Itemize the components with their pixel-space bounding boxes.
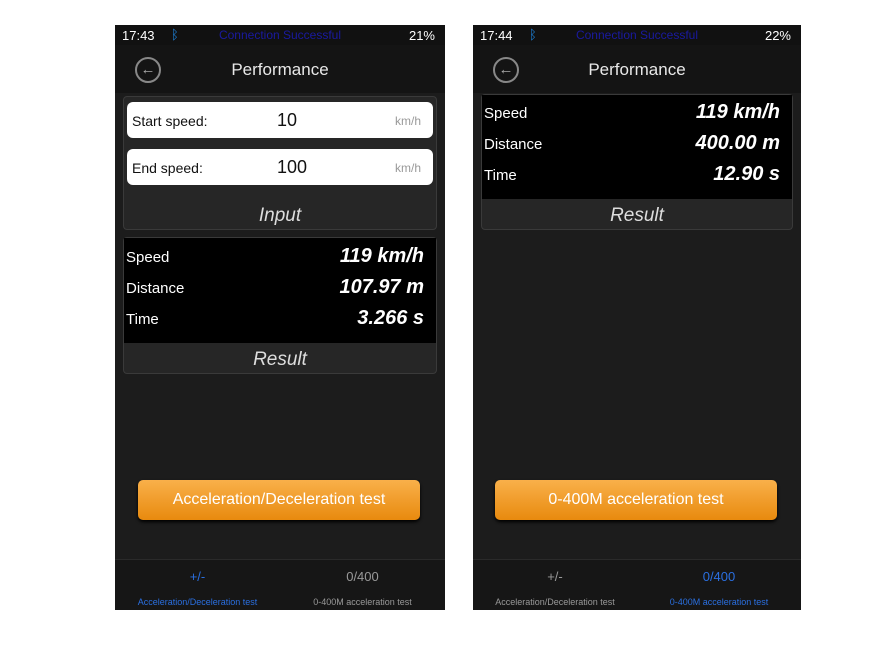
tab-acceleration-deceleration[interactable]: +/- Acceleration/Deceleration test bbox=[473, 560, 637, 610]
phone-screen-0-400m: 17:44 ᛒ Connection Successful 22% ← Perf… bbox=[473, 25, 801, 610]
input-card: Start speed: 10 km/h End speed: 100 km/h… bbox=[123, 96, 437, 230]
start-speed-unit: km/h bbox=[394, 114, 421, 128]
row-label: Speed bbox=[126, 249, 170, 266]
input-caption: Input bbox=[258, 205, 302, 226]
result-row-speed: Speed 119 km/h bbox=[482, 98, 792, 128]
battery: 22% bbox=[764, 28, 791, 43]
zero-400-icon: 0/400 bbox=[702, 569, 736, 584]
nav-bar: ← Performance bbox=[473, 45, 801, 93]
tab-bar: +/- Acceleration/Deceleration test 0/400 0… bbox=[473, 559, 801, 610]
start-speed-field[interactable]: Start speed: 10 km/h bbox=[127, 102, 433, 138]
end-speed-value[interactable]: 100 bbox=[277, 157, 307, 178]
end-speed-unit: km/h bbox=[394, 161, 421, 175]
acceleration-deceleration-test-button[interactable]: Acceleration/Deceleration test bbox=[138, 480, 420, 520]
phone-screen-acceleration: 17:43 ᛒ Connection Successful 21% ← Perf… bbox=[115, 25, 445, 610]
page-title: Performance bbox=[588, 60, 686, 79]
start-speed-value[interactable]: 10 bbox=[277, 110, 297, 131]
tab-label: Acceleration/Deceleration test bbox=[495, 597, 615, 607]
row-value: 3.266 s bbox=[357, 307, 424, 329]
plus-minus-icon: +/- bbox=[189, 569, 206, 584]
nav-bar: ← Performance bbox=[115, 45, 445, 93]
result-row-speed: Speed 119 km/h bbox=[124, 242, 436, 272]
end-speed-field[interactable]: End speed: 100 km/h bbox=[127, 149, 433, 185]
result-panel: Speed 119 km/h Distance 107.97 m Time 3.266… bbox=[124, 238, 436, 343]
plus-minus-icon: +/- bbox=[547, 569, 563, 584]
page-title: Performance bbox=[231, 60, 329, 79]
result-row-time: Time 12.90 s bbox=[482, 160, 792, 190]
tab-bar: +/- Acceleration/Deceleration test 0/400 0… bbox=[115, 559, 445, 610]
connection-status: Connection Successful bbox=[575, 28, 699, 42]
tab-0-400m[interactable]: 0/400 0-400M acceleration test bbox=[637, 560, 801, 610]
row-value: 107.97 m bbox=[339, 276, 424, 298]
end-speed-label: End speed: bbox=[132, 160, 203, 176]
tab-label: 0-400M acceleration test bbox=[669, 597, 769, 607]
start-speed-label: Start speed: bbox=[132, 113, 208, 129]
tab-label: 0-400M acceleration test bbox=[313, 597, 412, 607]
status-bar: 17:44 ᛒ Connection Successful 22% bbox=[473, 25, 801, 45]
result-card: Speed 119 km/h Distance 400.00 m Time 12.90… bbox=[481, 94, 793, 230]
row-label: Time bbox=[126, 311, 159, 328]
row-value: 400.00 m bbox=[695, 132, 780, 154]
zero-400-icon: 0/400 bbox=[346, 569, 379, 584]
row-label: Time bbox=[484, 167, 517, 184]
result-caption: Result bbox=[253, 349, 307, 370]
status-bar: 17:43 ᛒ Connection Successful 21% bbox=[115, 25, 445, 45]
row-label: Distance bbox=[126, 280, 185, 297]
row-value: 119 km/h bbox=[339, 245, 424, 267]
result-card: Speed 119 km/h Distance 107.97 m Time 3.266… bbox=[123, 237, 437, 374]
result-panel: Speed 119 km/h Distance 400.00 m Time 12.90… bbox=[482, 95, 792, 199]
tab-acceleration-deceleration[interactable]: +/- Acceleration/Deceleration test bbox=[115, 560, 280, 610]
tab-0-400m[interactable]: 0/400 0-400M acceleration test bbox=[280, 560, 445, 610]
tab-label: Acceleration/Deceleration test bbox=[137, 597, 258, 607]
row-label: Distance bbox=[484, 136, 543, 153]
result-row-time: Time 3.266 s bbox=[124, 304, 436, 334]
battery: 21% bbox=[408, 28, 435, 43]
row-value: 12.90 s bbox=[713, 163, 780, 185]
row-value: 119 km/h bbox=[695, 101, 780, 123]
result-row-distance: Distance 107.97 m bbox=[124, 273, 436, 303]
connection-status: Connection Successful bbox=[218, 28, 342, 42]
0-400m-acceleration-test-button[interactable]: 0-400M acceleration test bbox=[495, 480, 777, 520]
result-row-distance: Distance 400.00 m bbox=[482, 129, 792, 159]
result-caption: Result bbox=[610, 205, 664, 226]
row-label: Speed bbox=[484, 105, 528, 122]
